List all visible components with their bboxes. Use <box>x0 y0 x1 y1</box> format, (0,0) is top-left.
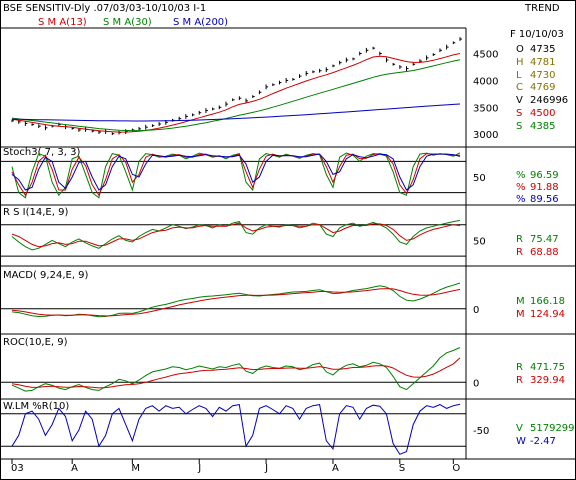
roc-series-0 <box>11 347 461 392</box>
y-tick-label: 4000 <box>473 76 498 87</box>
x-tick-label: J <box>197 463 201 474</box>
macd-series-1 <box>11 288 461 317</box>
y-tick-label: 3000 <box>473 130 498 141</box>
x-tick-label: A <box>71 463 78 474</box>
stoch-series-1 <box>11 153 460 197</box>
panel-label: ROC(10,E, 9) <box>3 337 68 348</box>
panel-label: R S I(14,E, 9) <box>3 207 68 218</box>
panel-label: Stoch3( 7, 3, 3) <box>3 147 80 158</box>
rsi-series-1 <box>11 222 461 248</box>
x-tick-label: J <box>264 463 268 474</box>
y-tick-label: -50 <box>473 426 489 437</box>
x-tick-label: A <box>332 463 339 474</box>
chart-svg: 3000 3500 4000 4500 Stoch3( 7, 3, 3) 50 R S I(… <box>0 27 576 474</box>
stoch-series-0 <box>11 152 461 199</box>
x-tick-label: 03 <box>11 463 24 474</box>
wlm-series-0 <box>11 403 461 455</box>
x-tick-label: M <box>131 463 140 474</box>
y-tick-label: 0 <box>473 305 479 316</box>
roc-series-1 <box>11 357 461 389</box>
y-tick-label: 50 <box>473 236 486 247</box>
price-series-3 <box>11 103 461 122</box>
y-tick-label: 0 <box>473 378 479 389</box>
macd-series-0 <box>11 282 461 318</box>
x-tick-label: S <box>399 463 405 474</box>
y-tick-label: 4500 <box>473 50 498 61</box>
y-tick-label: 3500 <box>473 103 498 114</box>
panel-label: MACD( 9,24,E, 9) <box>3 270 89 281</box>
panel-label: W.LM %R(10) <box>3 401 69 412</box>
x-tick-label: O <box>452 463 460 474</box>
y-tick-label: 50 <box>473 173 486 184</box>
